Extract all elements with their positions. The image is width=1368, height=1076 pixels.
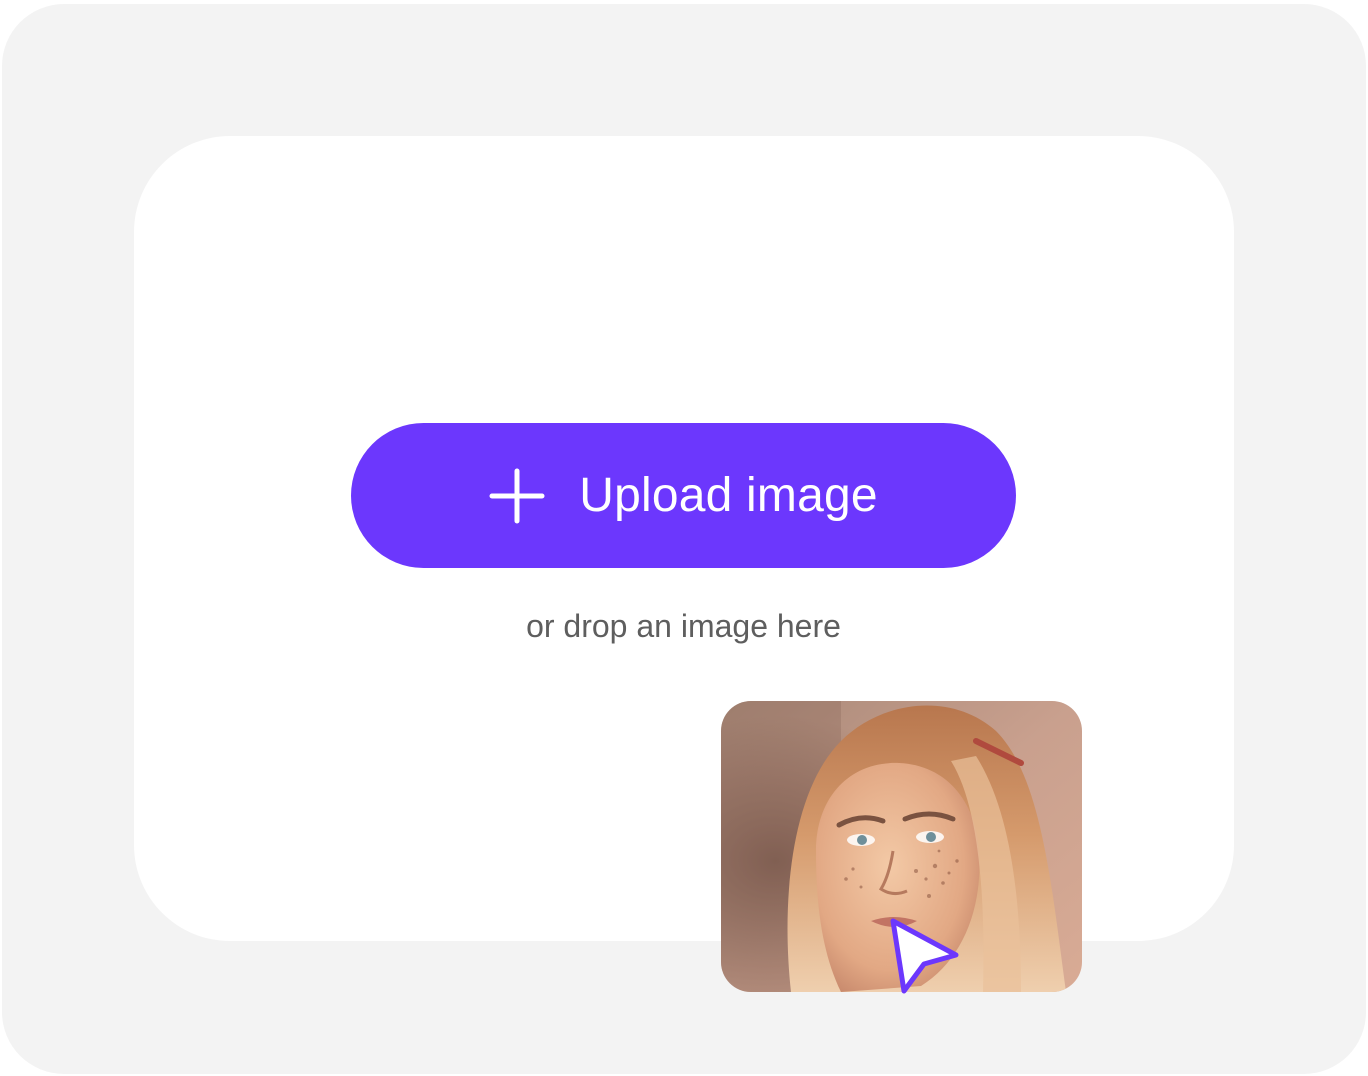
pointer-cursor-icon [890,918,959,994]
upload-button-label: Upload image [579,469,878,522]
plus-icon [489,468,545,523]
upload-image-button[interactable]: Upload image [351,423,1016,568]
drop-hint-text: or drop an image here [526,608,841,644]
